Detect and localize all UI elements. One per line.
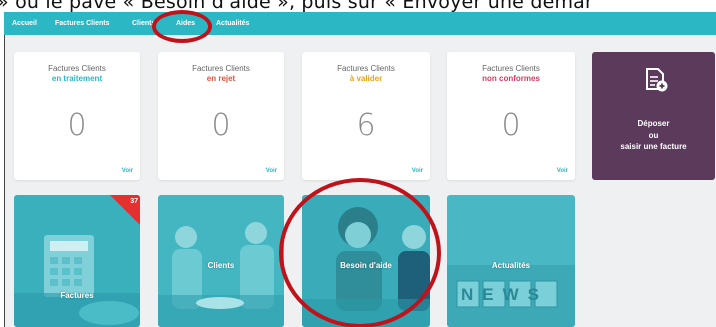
card-count: 0	[67, 108, 87, 143]
badge-count: 37	[130, 198, 138, 205]
card-voir-link[interactable]: Voir	[557, 168, 568, 174]
card-voir-link[interactable]: Voir	[266, 168, 277, 174]
tile-actualites[interactable]: NEWS Actualités	[447, 195, 575, 327]
card-en-traitement: Factures Clients en traitement 0 Voir	[14, 52, 140, 180]
tile-factures[interactable]: 37 Factures	[14, 195, 140, 327]
card-status: à valider	[349, 74, 383, 83]
nav-item-factures-clients[interactable]: Factures Clients	[55, 12, 109, 35]
card-count: 0	[501, 108, 521, 143]
card-non-conformes: Factures Clients non conformes 0 Voir	[447, 52, 575, 180]
card-title: Factures Clients	[482, 64, 540, 73]
deposit-invoice-tile[interactable]: Déposer ou saisir une facture	[592, 52, 715, 180]
highlight-circle-besoin-d-aide	[279, 178, 441, 327]
deposit-label-line3: saisir une facture	[620, 142, 687, 151]
card-status: en rejet	[206, 74, 236, 83]
card-count: 6	[356, 108, 376, 143]
news-cube-letters: NEWS	[461, 285, 548, 304]
tile-clients[interactable]: Clients	[158, 195, 284, 327]
card-en-rejet: Factures Clients en rejet 0 Voir	[158, 52, 284, 180]
card-title: Factures Clients	[337, 64, 395, 73]
card-title: Factures Clients	[48, 64, 106, 73]
top-navigation-bar: Accueil Factures Clients Clients Aides A…	[4, 12, 716, 35]
card-a-valider: Factures Clients à valider 6 Voir	[302, 52, 430, 180]
highlight-circle-aides	[152, 10, 212, 43]
tile-label: Clients	[207, 261, 235, 270]
card-status: non conformes	[482, 74, 540, 83]
tile-label: Actualités	[491, 261, 531, 270]
card-voir-link[interactable]: Voir	[412, 168, 423, 174]
nav-item-actualites[interactable]: Actualités	[216, 12, 249, 35]
nav-item-accueil[interactable]: Accueil	[12, 12, 37, 35]
instruction-caption: » ou le pavé « Besoin d'aide », puis sur…	[0, 0, 716, 12]
deposit-label-line2: ou	[648, 131, 659, 140]
card-status: en traitement	[51, 74, 103, 83]
card-title: Factures Clients	[192, 64, 250, 73]
tile-label: Factures	[60, 291, 94, 300]
document-add-icon	[646, 68, 668, 92]
deposit-label-line1: Déposer	[637, 119, 670, 128]
card-count: 0	[211, 108, 231, 143]
card-voir-link[interactable]: Voir	[122, 168, 133, 174]
